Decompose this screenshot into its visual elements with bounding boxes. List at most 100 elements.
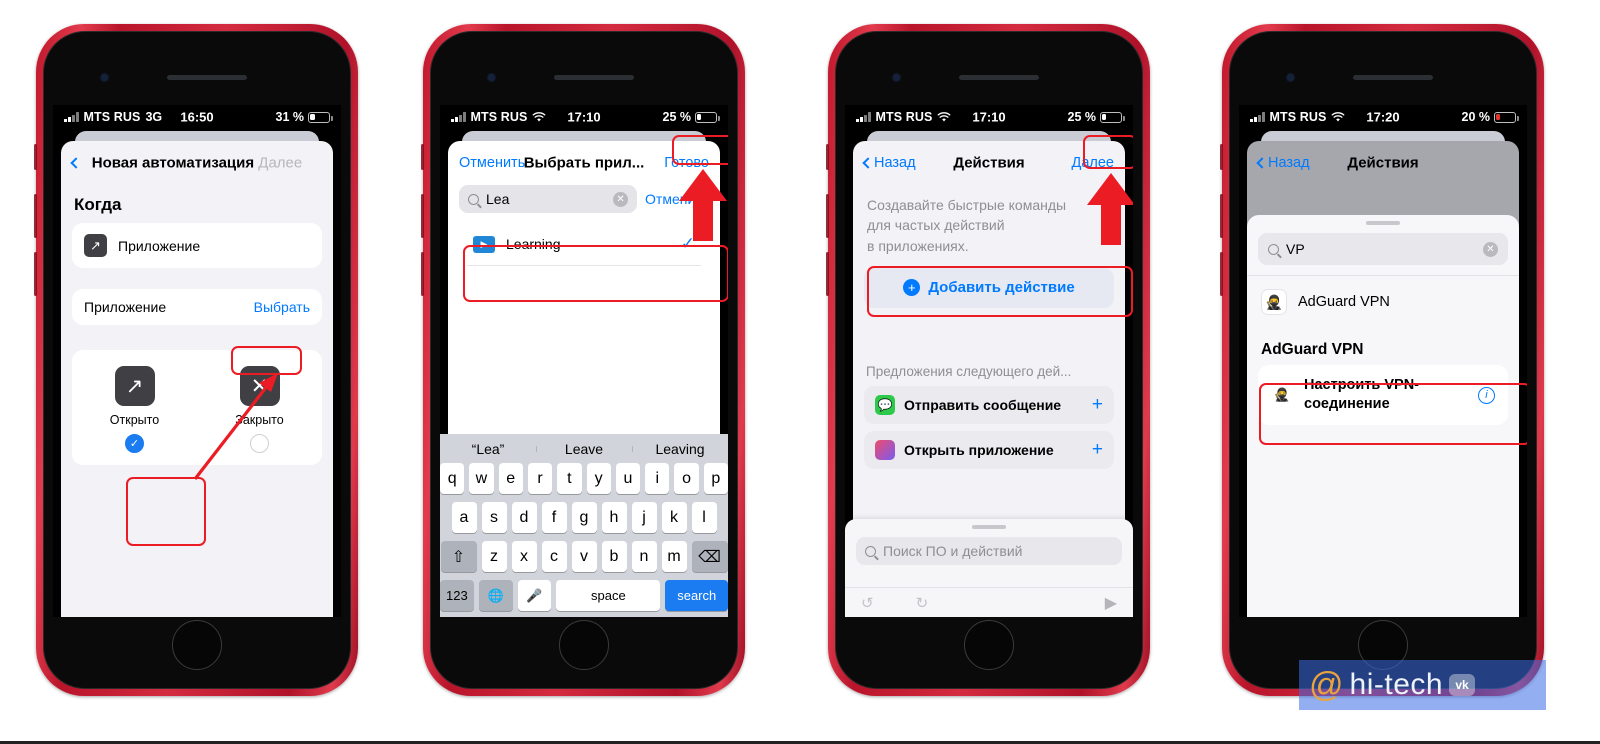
microphone-icon[interactable]: 🎤: [517, 580, 552, 611]
clear-icon[interactable]: ✕: [1483, 241, 1498, 257]
action-search-input[interactable]: Поиск ПО и действий: [856, 537, 1122, 565]
key-h[interactable]: h: [601, 502, 627, 533]
key-g[interactable]: g: [571, 502, 597, 533]
suggestion-1[interactable]: Leave: [536, 441, 632, 457]
cancel-button[interactable]: Отменить: [459, 155, 525, 171]
wifi-icon: [1332, 111, 1345, 122]
app-select-card[interactable]: Приложение Выбрать: [72, 289, 322, 325]
clock-label: 16:50: [180, 109, 214, 125]
key-w[interactable]: w: [469, 463, 494, 494]
app-result-row[interactable]: 🥷 AdGuard VPN: [1247, 276, 1519, 328]
sheet-grabber[interactable]: [1366, 221, 1400, 225]
info-circle-icon[interactable]: i: [1478, 386, 1495, 404]
numbers-key[interactable]: 123: [440, 580, 474, 611]
key-m[interactable]: m: [661, 541, 687, 572]
key-b[interactable]: b: [601, 541, 627, 572]
search-sheet: VP ✕ 🥷 AdGuard VPN AdGuard VPN 🥷 Настрои…: [1247, 215, 1519, 617]
messages-app-icon: 💬: [875, 394, 895, 415]
tile-open-radio[interactable]: ✓: [125, 434, 144, 453]
add-action-button[interactable]: + Добавить действие: [864, 267, 1114, 308]
search-icon: [1268, 243, 1279, 255]
sheet-grabber[interactable]: [972, 525, 1006, 529]
wifi-icon: [938, 111, 951, 122]
search-input[interactable]: VP ✕: [1258, 233, 1508, 265]
shift-icon[interactable]: ⇧: [440, 541, 477, 572]
plus-icon[interactable]: +: [1092, 439, 1103, 461]
suggestion-row-openapp[interactable]: Открыть приложение +: [864, 430, 1114, 469]
status-bar: MTS RUS 17:20 20 %: [1239, 105, 1527, 129]
key-k[interactable]: k: [661, 502, 687, 533]
section-header: Когда: [74, 195, 122, 214]
next-button[interactable]: Далее: [258, 155, 302, 172]
key-y[interactable]: y: [586, 463, 611, 494]
front-camera-icon: [101, 74, 108, 81]
key-j[interactable]: j: [631, 502, 657, 533]
description-line-2: в приложениях.: [867, 237, 969, 254]
key-e[interactable]: e: [498, 463, 523, 494]
space-key[interactable]: space: [556, 580, 661, 611]
chevron-left-icon: [862, 157, 874, 169]
back-button[interactable]: Назад: [1256, 155, 1310, 171]
choose-button[interactable]: Выбрать: [254, 299, 310, 315]
phone-4-screen: MTS RUS 17:20 20 % Назад Действия VP ✕ 🥷…: [1239, 105, 1527, 617]
key-x[interactable]: x: [511, 541, 537, 572]
search-icon: [468, 193, 479, 205]
suggestion-row-message[interactable]: 💬 Отправить сообщение +: [864, 385, 1114, 424]
undo-icon[interactable]: ↺: [861, 594, 874, 612]
nav-bar: Назад Действия: [1247, 141, 1519, 185]
key-f[interactable]: f: [541, 502, 567, 533]
tile-open-label: Открыто: [109, 413, 160, 427]
key-t[interactable]: t: [557, 463, 582, 494]
home-button[interactable]: [172, 620, 222, 670]
key-i[interactable]: i: [645, 463, 670, 494]
key-c[interactable]: c: [541, 541, 567, 572]
battery-percent-label: 20 %: [1461, 110, 1491, 124]
search-bottom-sheet: Поиск ПО и действий ↺ ↻ ▶: [845, 519, 1133, 617]
back-button[interactable]: Назад: [862, 155, 916, 171]
plus-icon[interactable]: +: [1092, 394, 1103, 416]
key-a[interactable]: a: [451, 502, 477, 533]
suggestion-2[interactable]: Leaving: [632, 441, 728, 457]
home-button[interactable]: [964, 620, 1014, 670]
key-s[interactable]: s: [481, 502, 507, 533]
clear-icon[interactable]: ✕: [613, 191, 629, 207]
key-p[interactable]: p: [703, 463, 728, 494]
search-input[interactable]: Lea ✕: [459, 185, 638, 213]
backspace-icon[interactable]: ⌫: [691, 541, 728, 572]
key-v[interactable]: v: [571, 541, 597, 572]
list-item[interactable]: ▶ Learning ✓: [467, 223, 701, 266]
key-r[interactable]: r: [527, 463, 553, 494]
key-l[interactable]: l: [691, 502, 717, 533]
battery-icon: [695, 111, 720, 123]
carrier-label: MTS RUS: [875, 110, 933, 124]
key-q[interactable]: q: [440, 463, 465, 494]
battery-percent-label: 25 %: [1067, 110, 1097, 124]
play-icon[interactable]: ▶: [1105, 593, 1117, 613]
earpiece-speaker: [1353, 75, 1433, 80]
back-label: Назад: [874, 155, 916, 171]
tile-open[interactable]: ↗ Открыто ✓: [72, 350, 197, 465]
app-result-label: AdGuard VPN: [1298, 294, 1390, 310]
key-z[interactable]: z: [481, 541, 507, 572]
battery-percent-label: 31 %: [275, 110, 305, 124]
keyboard-row-4: 123 🌐 🎤 space search: [440, 580, 728, 611]
chevron-left-icon: [1256, 157, 1268, 169]
status-bar: MTS RUS 17:10 25 %: [440, 105, 728, 129]
key-u[interactable]: u: [615, 463, 641, 494]
redo-icon[interactable]: ↻: [916, 594, 929, 612]
home-button[interactable]: [559, 620, 609, 670]
trigger-row[interactable]: ↗ Приложение: [72, 223, 322, 268]
trigger-card[interactable]: ↗ Приложение: [72, 223, 322, 268]
suggestion-0[interactable]: “Lea”: [440, 441, 536, 457]
onscreen-keyboard[interactable]: “Lea” Leave Leaving q w e r t y u i o p …: [440, 434, 728, 617]
app-select-row[interactable]: Приложение Выбрать: [72, 289, 322, 325]
globe-icon[interactable]: 🌐: [478, 580, 513, 611]
key-d[interactable]: d: [511, 502, 537, 533]
battery-icon: [1494, 111, 1519, 123]
key-o[interactable]: o: [674, 463, 699, 494]
phone-1: MTS RUS 3G 16:50 31 % Новая автоматизаци…: [34, 24, 358, 696]
key-n[interactable]: n: [631, 541, 657, 572]
back-button[interactable]: [70, 157, 82, 169]
search-key[interactable]: search: [665, 580, 728, 611]
action-row[interactable]: 🥷 Настроить VPN-соединение i: [1258, 365, 1508, 426]
